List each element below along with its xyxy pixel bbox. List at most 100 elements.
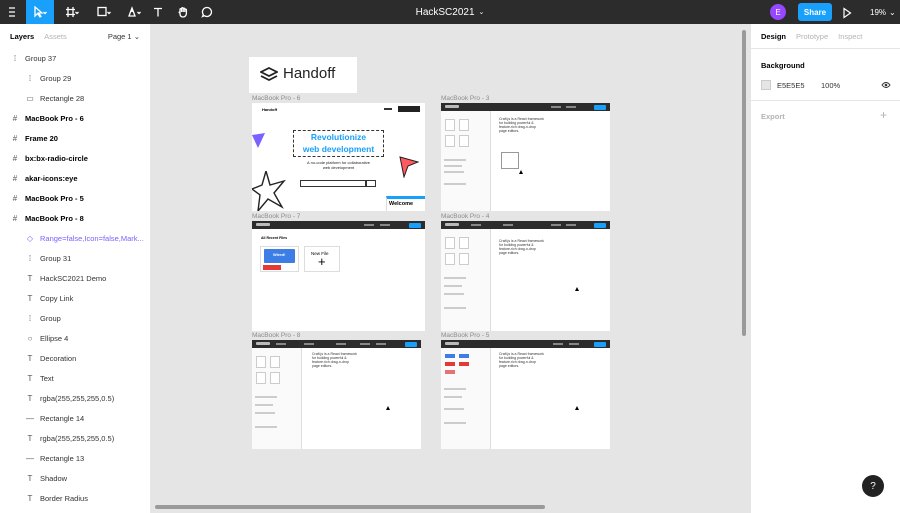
- layer-row[interactable]: # MacBook Pro - 5: [0, 188, 150, 208]
- hero-email-input: [300, 180, 366, 187]
- frame-macbook-pro-7[interactable]: All Recent Files Wired! New File +: [252, 221, 425, 331]
- horizontal-scrollbar[interactable]: [155, 505, 545, 509]
- tab-inspect[interactable]: Inspect: [838, 32, 862, 41]
- frame-label-macbook-pro-8[interactable]: MacBook Pro - 8: [252, 332, 300, 339]
- layer-row[interactable]: Trgba(255,255,255,0.5): [0, 388, 150, 408]
- frame-macbook-pro-8[interactable]: Craft.js is a React framework for buildi…: [252, 340, 421, 449]
- frame-label-macbook-pro-6[interactable]: MacBook Pro - 6: [252, 95, 300, 102]
- layer-row[interactable]: # akar-icons:eye: [0, 168, 150, 188]
- layer-row[interactable]: # bx:bx-radio-circle: [0, 148, 150, 168]
- comment-tool-icon[interactable]: [198, 0, 216, 24]
- cursor-icon: [575, 406, 579, 410]
- tab-layers[interactable]: Layers: [10, 32, 34, 41]
- layer-row[interactable]: T Text: [0, 368, 150, 388]
- chevron-down-icon: ⌄: [133, 32, 140, 41]
- zoom-dropdown[interactable]: 19% ⌄: [870, 0, 896, 24]
- document-title[interactable]: HackSC2021: [416, 7, 475, 18]
- left-panel-tabs: Layers Assets Page 1 ⌄: [0, 24, 150, 48]
- layer-row[interactable]: T HackSC2021 Demo: [0, 268, 150, 288]
- tab-design[interactable]: Design: [761, 32, 786, 41]
- chevron-down-icon[interactable]: ⌄: [479, 8, 485, 16]
- layer-row[interactable]: T Copy Link: [0, 288, 150, 308]
- hero-nav-login: [384, 108, 392, 110]
- editor-text: Craft.js is a React framework for buildi…: [499, 239, 544, 255]
- frame-tool-icon[interactable]: [58, 0, 86, 24]
- frame-macbook-pro-3[interactable]: Craft.js is a React framework for buildi…: [441, 103, 610, 211]
- hero-headline-line2: web development: [302, 144, 375, 154]
- decoration-purple-shape-icon: [252, 133, 265, 148]
- design-canvas[interactable]: Handoff MacBook Pro - 6 Handoff Revoluti…: [151, 24, 749, 513]
- frame-label-macbook-pro-5[interactable]: MacBook Pro - 5: [441, 332, 489, 339]
- add-export-plus-icon[interactable]: +: [880, 108, 887, 122]
- present-play-icon[interactable]: [842, 6, 852, 24]
- layer-row[interactable]: ⁞ Group 29: [0, 68, 150, 88]
- page-selector[interactable]: Page 1 ⌄: [108, 32, 140, 41]
- layer-row[interactable]: T Decoration: [0, 348, 150, 368]
- mini-topbar: [252, 340, 421, 348]
- frame-label-macbook-pro-7[interactable]: MacBook Pro - 7: [252, 213, 300, 220]
- tab-assets[interactable]: Assets: [44, 32, 67, 41]
- layer-row[interactable]: T Border Radius: [0, 488, 150, 508]
- layer-name: Range=false,Icon=false,Mark...: [40, 233, 144, 243]
- move-tool-button[interactable]: [26, 0, 54, 24]
- layer-name: Rectangle 14: [40, 413, 85, 423]
- vertical-scrollbar[interactable]: [742, 30, 746, 336]
- figma-menu-icon[interactable]: [0, 0, 24, 24]
- layer-row[interactable]: # MacBook Pro - 8: [0, 208, 150, 228]
- mini-red-button: [445, 362, 455, 366]
- background-color-swatch[interactable]: [761, 80, 771, 90]
- background-section: [751, 48, 900, 100]
- question-mark-icon: ?: [870, 480, 876, 492]
- editor-text-line: page editors.: [312, 364, 333, 368]
- layer-name: Ellipse 4: [40, 333, 69, 343]
- mini-blue-button: [445, 354, 455, 358]
- editor-text-line: page editors.: [499, 129, 520, 133]
- mini-topbar: [252, 221, 425, 229]
- group-icon: ⁞: [28, 313, 32, 323]
- layer-row[interactable]: — Rectangle 14: [0, 408, 150, 428]
- frame-macbook-pro-5[interactable]: Craft.js is a React framework for buildi…: [441, 340, 610, 449]
- dropped-image-card: [501, 152, 519, 169]
- share-button[interactable]: Share: [798, 3, 832, 21]
- layer-row[interactable]: # MacBook Pro - 6: [0, 108, 150, 128]
- layer-row[interactable]: T Shadow: [0, 468, 150, 488]
- layer-row[interactable]: ○ Ellipse 4: [0, 328, 150, 348]
- recent-file-card: Wired!: [260, 246, 299, 272]
- layer-row[interactable]: ⁞ Group 37: [0, 48, 150, 68]
- help-button[interactable]: ?: [862, 475, 884, 497]
- layer-row[interactable]: Trgba(255,255,255,0.5): [0, 428, 150, 448]
- layer-name: Group: [40, 313, 61, 323]
- shape-tool-icon[interactable]: [90, 0, 118, 24]
- layer-name: Rectangle 28: [40, 93, 85, 103]
- hand-tool-icon[interactable]: [174, 0, 192, 24]
- layer-row[interactable]: ◇ Range=false,Icon=false,Mark...: [0, 228, 150, 248]
- recent-files-heading: All Recent Files: [261, 236, 288, 240]
- recent-file-button-text: Wired!: [273, 252, 286, 257]
- layer-row[interactable]: — Rectangle 13: [0, 448, 150, 468]
- text-tool-icon[interactable]: [150, 0, 166, 24]
- frame-macbook-pro-6[interactable]: Handoff Revolutionize web development A …: [252, 103, 425, 211]
- decoration-red-arrow-icon: [399, 156, 419, 178]
- frame-macbook-pro-4[interactable]: Craft.js is a React framework for buildi…: [441, 221, 610, 331]
- background-opacity-value[interactable]: 100%: [821, 81, 840, 90]
- frame-label-macbook-pro-4[interactable]: MacBook Pro - 4: [441, 213, 489, 220]
- editor-text-line: page editors.: [499, 364, 520, 368]
- layer-row[interactable]: ▭ Rectangle 28: [0, 88, 150, 108]
- layer-row[interactable]: # Frame 20: [0, 128, 150, 148]
- welcome-card: Welcome: [386, 196, 425, 211]
- handoff-logo-frame[interactable]: Handoff: [249, 57, 357, 93]
- layer-row[interactable]: ⁞ Group: [0, 308, 150, 328]
- eye-icon[interactable]: [881, 81, 891, 89]
- layer-name: MacBook Pro - 6: [25, 113, 84, 123]
- user-avatar[interactable]: E: [770, 4, 786, 20]
- frame-label-macbook-pro-3[interactable]: MacBook Pro - 3: [441, 95, 489, 102]
- pen-tool-icon[interactable]: [120, 0, 148, 24]
- right-panel-tabs: Design Prototype Inspect: [751, 24, 900, 48]
- layer-row[interactable]: ⁞ Group 31: [0, 248, 150, 268]
- cursor-icon: [575, 287, 579, 291]
- background-hex-value[interactable]: E5E5E5: [777, 81, 805, 90]
- frame-icon: #: [12, 153, 18, 163]
- top-toolbar: HackSC2021 ⌄ E Share 19% ⌄: [0, 0, 900, 24]
- tab-prototype[interactable]: Prototype: [796, 32, 828, 41]
- mini-topbar: [441, 221, 610, 229]
